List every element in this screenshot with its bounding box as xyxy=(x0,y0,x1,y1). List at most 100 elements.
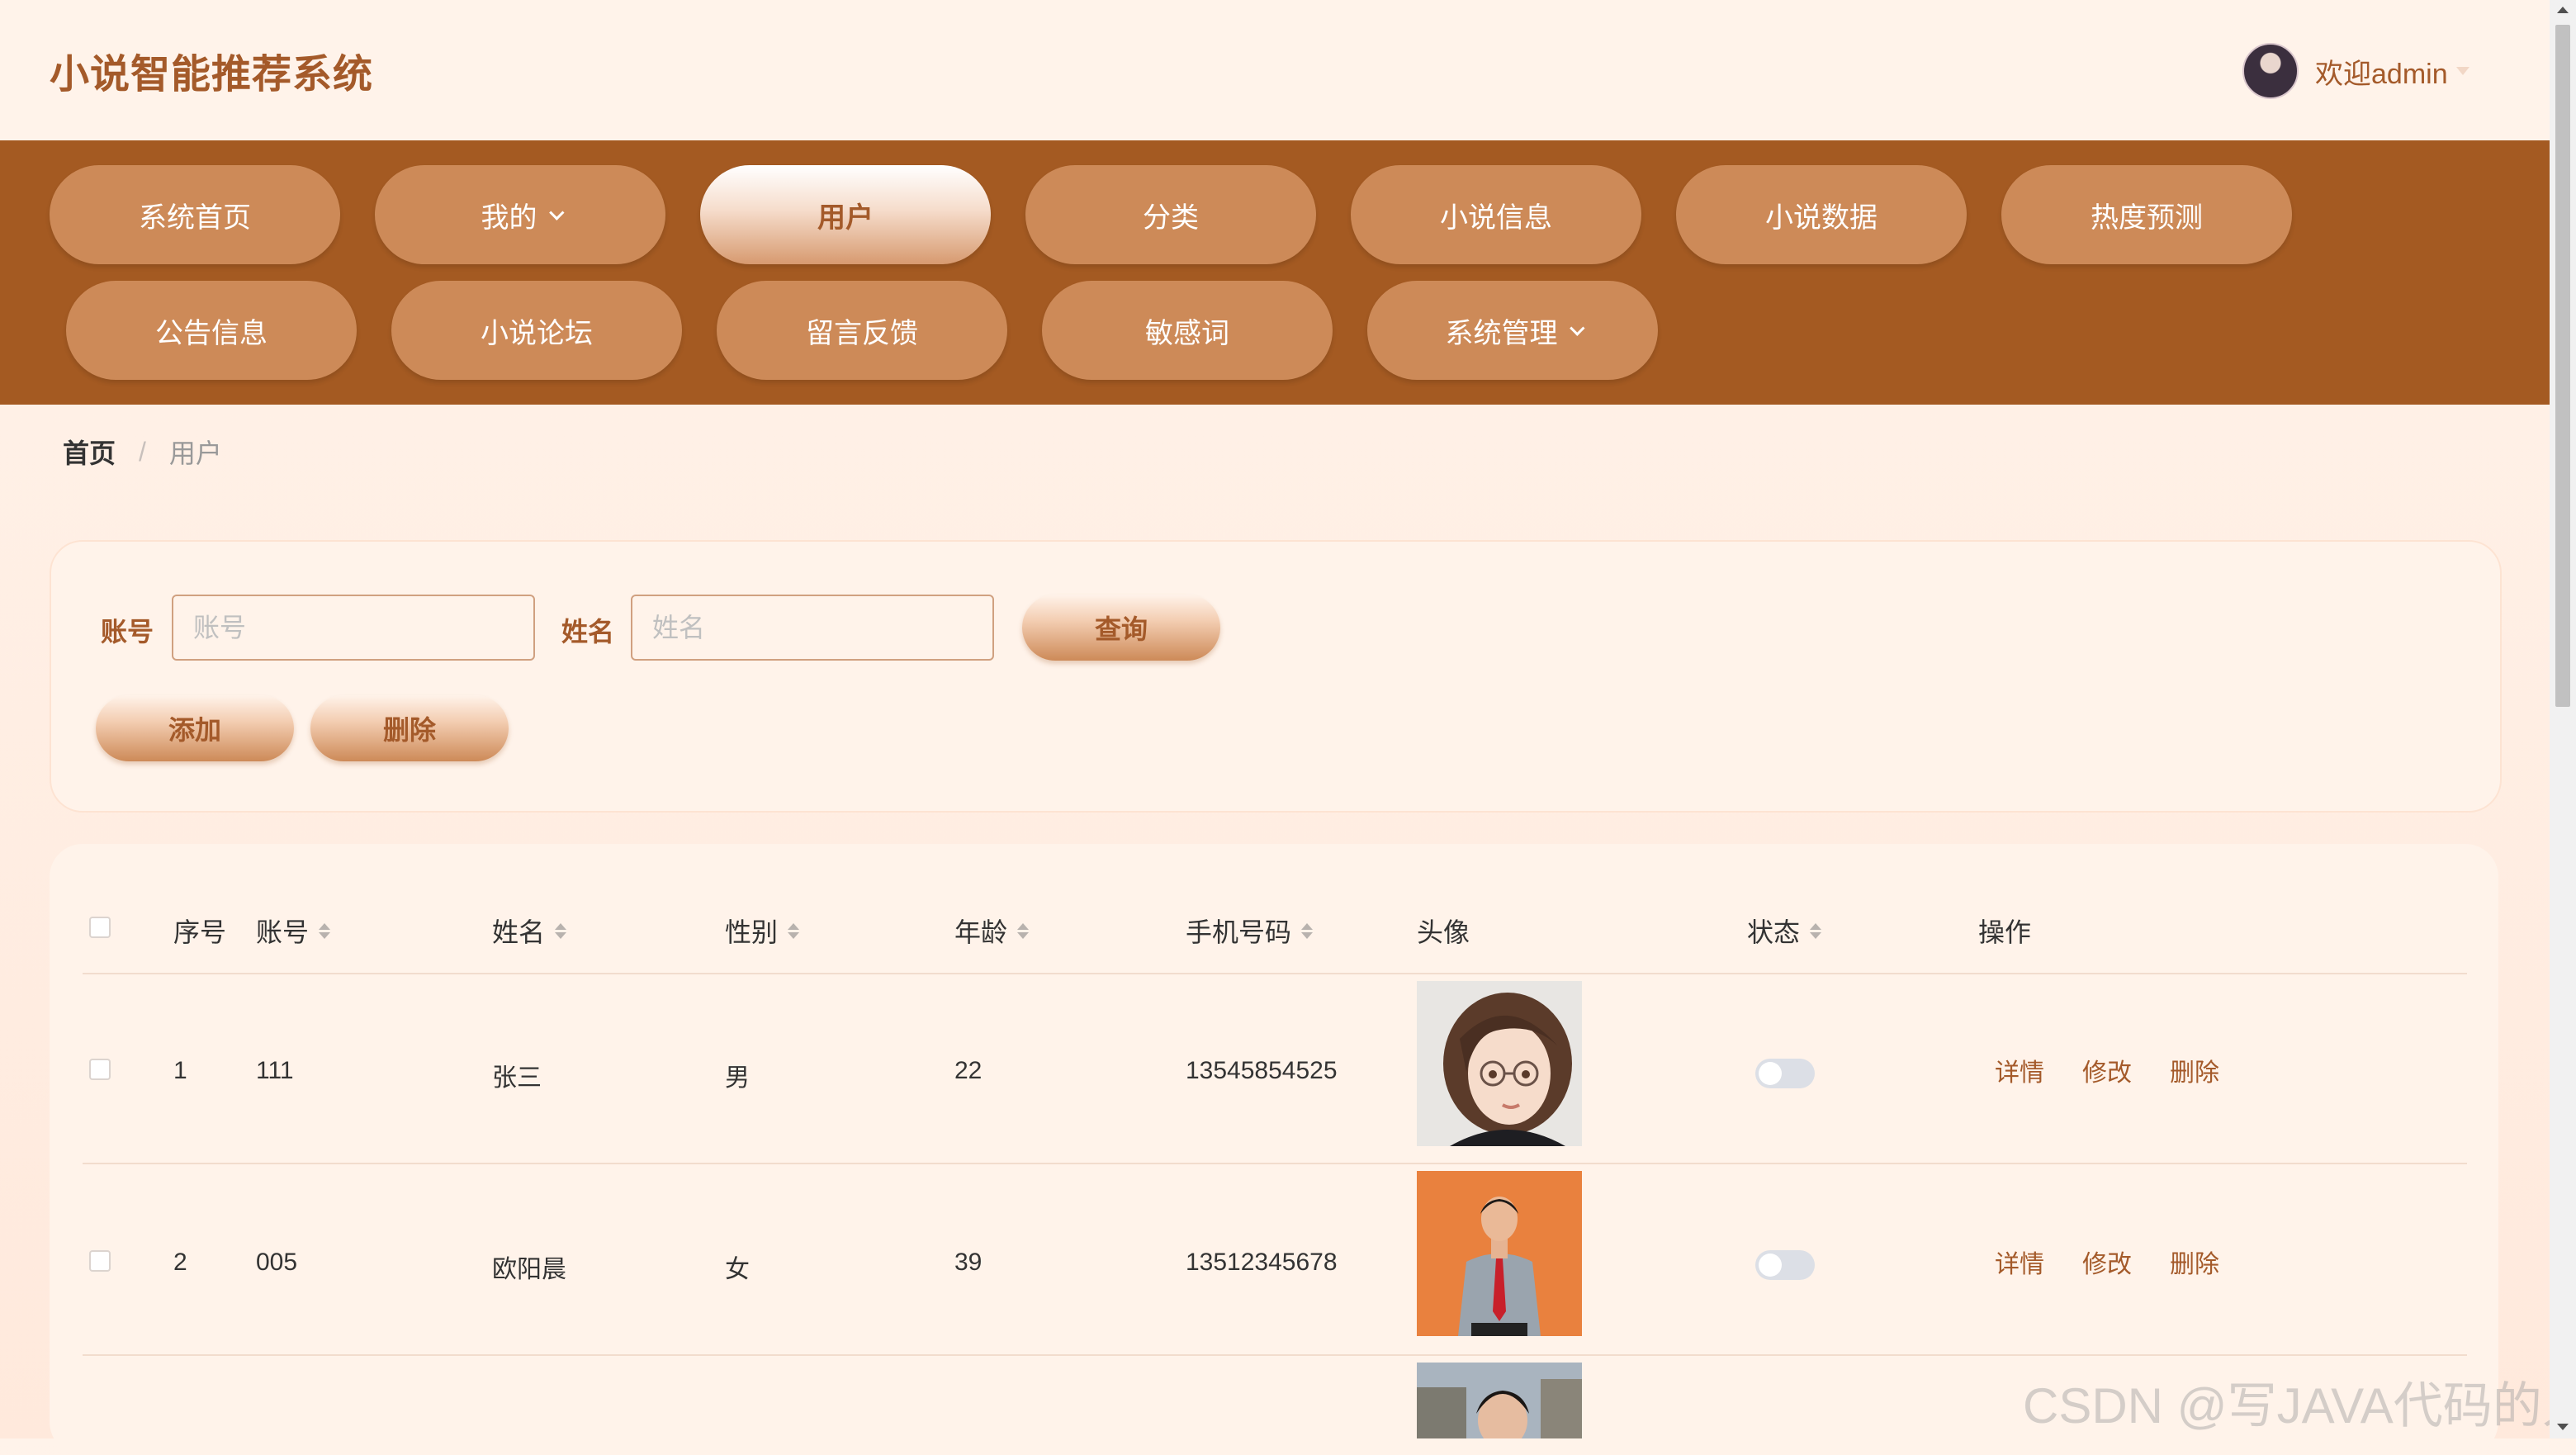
nav-item-users[interactable]: 用户 xyxy=(700,165,991,264)
nav-label: 热度预测 xyxy=(2091,201,2203,234)
row-checkbox[interactable] xyxy=(89,1250,111,1272)
col-avatar: 头像 xyxy=(1417,912,1470,950)
nav-label: 我的 xyxy=(481,201,537,234)
nav-label: 小说信息 xyxy=(1440,201,1552,234)
page-scrollbar[interactable] xyxy=(2550,0,2576,1438)
chevron-down-icon xyxy=(548,204,565,220)
status-toggle[interactable] xyxy=(1755,1059,1815,1088)
nav-item-feedback[interactable]: 留言反馈 xyxy=(717,281,1007,380)
col-phone[interactable]: 手机号码 xyxy=(1186,912,1314,950)
sort-icon[interactable] xyxy=(319,922,331,939)
nav-label: 敏感词 xyxy=(1145,317,1229,349)
col-index: 序号 xyxy=(173,912,226,950)
breadcrumb: 首页 / 用户 xyxy=(63,433,222,471)
row-divider xyxy=(83,973,2467,974)
account-input[interactable] xyxy=(172,595,535,661)
account-label: 账号 xyxy=(101,617,154,647)
select-all-checkbox[interactable] xyxy=(89,917,111,938)
query-button[interactable]: 查询 xyxy=(1022,595,1220,661)
edit-link[interactable]: 修改 xyxy=(2082,1052,2132,1088)
col-actions-label: 操作 xyxy=(1978,917,2032,947)
cell-gender: 男 xyxy=(725,1064,750,1092)
nav-item-system-admin[interactable]: 系统管理 xyxy=(1367,281,1658,380)
col-avatar-label: 头像 xyxy=(1417,917,1470,947)
name-label: 姓名 xyxy=(561,617,615,647)
row-checkbox[interactable] xyxy=(89,1059,111,1080)
breadcrumb-current: 用户 xyxy=(168,438,222,468)
delete-link[interactable]: 删除 xyxy=(2170,1052,2219,1088)
nav-label: 系统管理 xyxy=(1445,317,1558,349)
caret-down-icon[interactable] xyxy=(2455,67,2469,75)
cell-gender: 女 xyxy=(725,1256,750,1283)
nav-label: 小说论坛 xyxy=(481,317,593,349)
row-divider xyxy=(83,1354,2467,1356)
col-account-label: 账号 xyxy=(256,917,310,947)
nav-item-mine[interactable]: 我的 xyxy=(375,165,665,264)
nav-item-forum[interactable]: 小说论坛 xyxy=(391,281,682,380)
edit-link[interactable]: 修改 xyxy=(2082,1244,2132,1280)
delete-link[interactable]: 删除 xyxy=(2170,1244,2219,1280)
cell-index: 2 xyxy=(173,1249,187,1276)
nav-label: 公告信息 xyxy=(155,317,268,349)
col-name[interactable]: 姓名 xyxy=(492,912,567,950)
scrollbar-thumb[interactable] xyxy=(2555,25,2570,707)
cell-name: 欧阳晨 xyxy=(492,1256,566,1283)
cell-index: 1 xyxy=(173,1057,187,1084)
nav-label: 系统首页 xyxy=(139,201,251,234)
status-toggle[interactable] xyxy=(1755,1250,1815,1280)
scroll-up-icon[interactable] xyxy=(2557,7,2569,13)
welcome-text[interactable]: 欢迎admin xyxy=(2315,51,2448,92)
sort-icon[interactable] xyxy=(1810,922,1822,939)
col-status-label: 状态 xyxy=(1747,917,1801,947)
nav-item-heat-forecast[interactable]: 热度预测 xyxy=(2001,165,2292,264)
add-button[interactable]: 添加 xyxy=(96,695,294,761)
user-avatar-photo[interactable] xyxy=(1417,1171,1582,1336)
user-avatar[interactable] xyxy=(2242,43,2299,99)
cell-name: 张三 xyxy=(492,1064,542,1092)
cell-account: 005 xyxy=(256,1249,298,1276)
delete-selected-button[interactable]: 删除 xyxy=(310,695,509,761)
search-panel: 账号 姓名 查询 添加 删除 xyxy=(50,540,2502,813)
col-phone-label: 手机号码 xyxy=(1186,917,1292,947)
cell-age: 22 xyxy=(954,1057,983,1084)
row-divider xyxy=(83,1163,2467,1164)
nav-item-home[interactable]: 系统首页 xyxy=(50,165,340,264)
breadcrumb-separator: / xyxy=(139,436,146,467)
sort-icon[interactable] xyxy=(555,922,567,939)
nav-label: 小说数据 xyxy=(1765,201,1878,234)
name-input[interactable] xyxy=(631,595,994,661)
top-bar: 小说智能推荐系统 欢迎admin xyxy=(0,0,2550,140)
cell-phone: 13512345678 xyxy=(1186,1249,1338,1276)
col-gender-label: 性别 xyxy=(725,917,779,947)
nav-label: 分类 xyxy=(1143,201,1199,234)
cell-phone: 13545854525 xyxy=(1186,1057,1338,1084)
nav-label: 留言反馈 xyxy=(806,317,918,349)
watermark: CSDN @写JAVA代码的人 xyxy=(2023,1378,2576,1434)
nav-item-sensitive-words[interactable]: 敏感词 xyxy=(1042,281,1333,380)
sort-icon[interactable] xyxy=(788,922,800,939)
nav-label: 用户 xyxy=(817,201,874,234)
col-name-label: 姓名 xyxy=(492,917,546,947)
nav-item-novel-info[interactable]: 小说信息 xyxy=(1351,165,1641,264)
user-menu[interactable]: 欢迎admin xyxy=(2242,43,2469,99)
main-nav: 系统首页 我的 用户 分类 小说信息 小说数据 热度预测 公告信息 小说论坛 留… xyxy=(0,140,2550,405)
cell-account: 111 xyxy=(256,1057,294,1084)
col-age[interactable]: 年龄 xyxy=(954,912,1030,950)
detail-link[interactable]: 详情 xyxy=(1995,1052,2044,1088)
nav-item-novel-data[interactable]: 小说数据 xyxy=(1676,165,1967,264)
nav-item-announcements[interactable]: 公告信息 xyxy=(66,281,357,380)
col-status[interactable]: 状态 xyxy=(1747,912,1822,950)
sort-icon[interactable] xyxy=(1017,922,1030,939)
detail-link[interactable]: 详情 xyxy=(1995,1244,2044,1280)
cell-age: 39 xyxy=(954,1249,983,1276)
nav-item-category[interactable]: 分类 xyxy=(1025,165,1316,264)
scroll-down-icon[interactable] xyxy=(2557,1424,2569,1430)
user-avatar-photo[interactable] xyxy=(1417,981,1582,1146)
user-avatar-photo[interactable] xyxy=(1417,1363,1582,1438)
col-gender[interactable]: 性别 xyxy=(725,912,800,950)
sort-icon[interactable] xyxy=(1301,922,1314,939)
breadcrumb-home[interactable]: 首页 xyxy=(63,433,116,471)
col-account[interactable]: 账号 xyxy=(256,912,331,950)
col-age-label: 年龄 xyxy=(954,917,1008,947)
app-title: 小说智能推荐系统 xyxy=(50,53,374,97)
